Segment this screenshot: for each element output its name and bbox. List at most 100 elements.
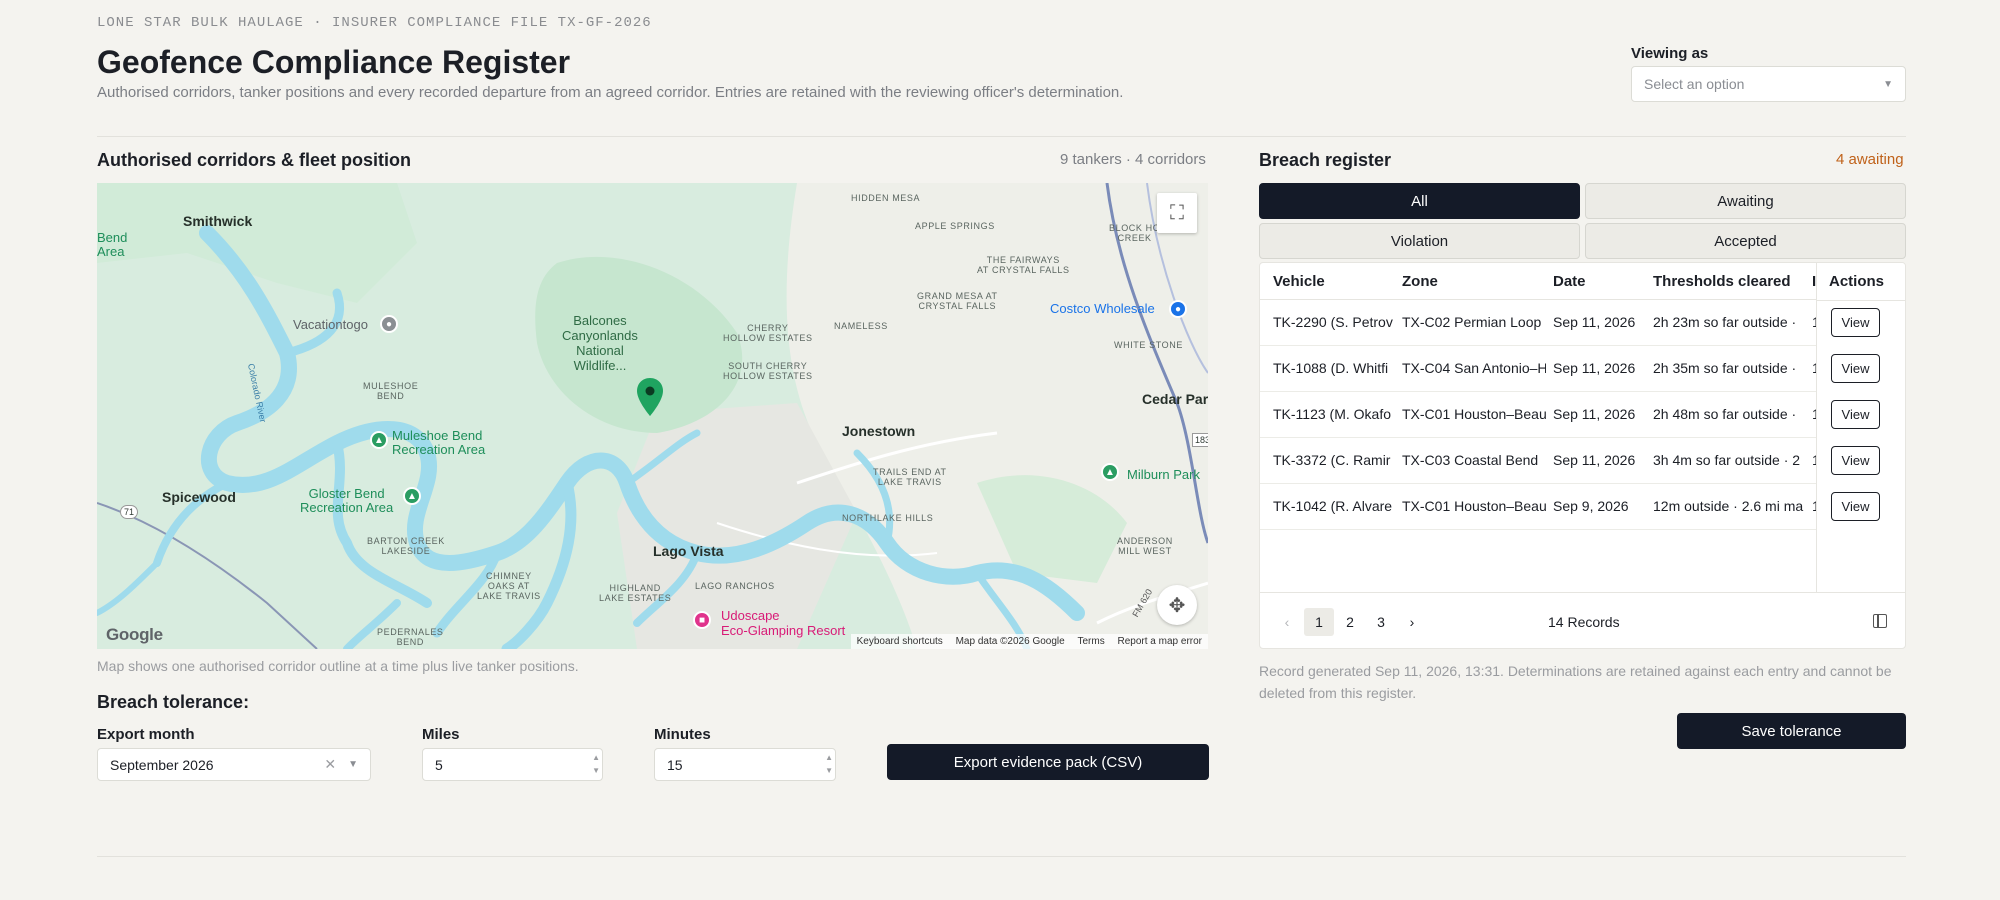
miles-label: Miles [422, 726, 460, 743]
filter-awaiting[interactable]: Awaiting [1585, 183, 1906, 219]
map-label-hidden-mesa: HIDDEN MESA [851, 193, 921, 203]
map-label-cedar-park: Cedar Park [1142, 391, 1208, 407]
table-pagination: ‹ 1 2 3 › 14 Records [1260, 592, 1905, 648]
fleet-map[interactable]: HIDDEN MESA Smithwick Bend Area APPLE SP… [97, 183, 1208, 649]
map-section-title: Authorised corridors & fleet position [97, 150, 412, 170]
map-label-vacationtogo: Vacationtogo [293, 317, 368, 332]
page-2[interactable]: 2 [1335, 608, 1365, 636]
table-row[interactable]: TK-1042 (R. Alvare TX-C01 Houston–Beau S… [1260, 484, 1905, 530]
column-zone[interactable]: Zone [1402, 273, 1438, 290]
minutes-stepper[interactable]: ▲ ▼ [825, 751, 833, 777]
map-label-spicewood: Spicewood [162, 489, 236, 505]
map-label-lago-ranchos: LAGO RANCHOS [695, 581, 775, 591]
viewing-as-select[interactable]: Select an option ▼ [1631, 66, 1906, 102]
page-3[interactable]: 3 [1366, 608, 1396, 636]
filter-accepted[interactable]: Accepted [1585, 223, 1906, 259]
miles-input[interactable]: 5 ▲ ▼ [422, 748, 603, 781]
map-label-block-house: BLOCK HO CREEK [1109, 223, 1161, 243]
map-caption: Map shows one authorised corridor outlin… [97, 658, 579, 674]
map-label-lago-vista: Lago Vista [653, 543, 724, 559]
date-cell: Sep 11, 2026 [1553, 452, 1636, 468]
park-icon: ▲ [403, 487, 421, 505]
view-button[interactable]: View [1831, 492, 1880, 521]
date-cell: Sep 11, 2026 [1553, 406, 1636, 422]
park-icon: ▲ [370, 431, 388, 449]
zone-cell: TX-C01 Houston–Beau [1402, 498, 1546, 514]
map-label-bend-area: Bend Area [97, 230, 128, 259]
minutes-label: Minutes [654, 726, 711, 743]
vehicle-cell: TK-3372 (C. Ramir [1273, 452, 1391, 468]
fleet-summary: 9 tankers · 4 corridors [1060, 151, 1206, 168]
map-label-udoscape: Udoscape Eco-Glamping Resort [721, 608, 846, 638]
map-label-costco: Costco Wholesale [1050, 301, 1155, 316]
terms-link[interactable]: Terms [1078, 636, 1105, 647]
map-label-northlake: NORTHLAKE HILLS [842, 513, 934, 523]
park-icon: ▲ [1101, 463, 1119, 481]
map-label-pedernales: PEDERNALES BEND [377, 627, 444, 647]
export-month-label: Export month [97, 726, 195, 743]
fullscreen-icon[interactable]: ⛶ [1157, 193, 1197, 233]
vehicle-cell: TK-2290 (S. Petrov [1273, 314, 1393, 330]
map-label-muleshoe-bend: MULESHOE BEND [363, 381, 419, 401]
column-panel-icon[interactable] [1873, 614, 1887, 628]
page-1[interactable]: 1 [1304, 608, 1334, 636]
keyboard-shortcuts-link[interactable]: Keyboard shortcuts [857, 636, 943, 647]
table-row[interactable]: TK-3372 (C. Ramir TX-C03 Coastal Bend Se… [1260, 438, 1905, 484]
save-tolerance-button[interactable]: Save tolerance [1677, 713, 1906, 749]
tanker-marker-icon[interactable] [637, 378, 663, 416]
filter-violation[interactable]: Violation [1259, 223, 1580, 259]
column-date[interactable]: Date [1553, 273, 1586, 290]
tolerance-title: Breach tolerance: [97, 692, 250, 712]
map-label-nameless: NAMELESS [834, 321, 888, 331]
map-label-anderson: ANDERSON MILL WEST [1117, 536, 1173, 556]
stepper-up-icon[interactable]: ▲ [592, 751, 600, 764]
map-label-white-stone: WHITE STONE [1114, 340, 1183, 350]
export-evidence-button[interactable]: Export evidence pack (CSV) [887, 744, 1209, 780]
stepper-down-icon[interactable]: ▼ [592, 764, 600, 777]
table-row[interactable]: TK-1088 (D. Whitfi TX-C04 San Antonio–H … [1260, 346, 1905, 392]
column-thresholds[interactable]: Thresholds cleared [1653, 273, 1791, 290]
stepper-up-icon[interactable]: ▲ [825, 751, 833, 764]
register-note: Record generated Sep 11, 2026, 13:31. De… [1259, 663, 1892, 701]
page-title: Geofence Compliance Register [97, 44, 571, 80]
date-cell: Sep 11, 2026 [1553, 360, 1636, 376]
breach-table: Vehicle Zone Date Thresholds cleared I T… [1259, 262, 1906, 649]
table-header: Vehicle Zone Date Thresholds cleared I [1260, 263, 1905, 300]
table-row[interactable]: TK-2290 (S. Petrov TX-C02 Permian Loop S… [1260, 300, 1905, 346]
map-label-jonestown: Jonestown [842, 423, 916, 439]
column-actions: Actions [1829, 273, 1885, 290]
export-month-select[interactable]: September 2026 ✕ ▼ [97, 748, 371, 781]
miles-stepper[interactable]: ▲ ▼ [592, 751, 600, 777]
map-label-highland: HIGHLAND LAKE ESTATES [599, 583, 672, 603]
vehicle-cell: TK-1042 (R. Alvare [1273, 498, 1393, 514]
chevron-down-icon: ▼ [1883, 78, 1893, 90]
google-logo: Google [106, 625, 163, 644]
view-button[interactable]: View [1831, 446, 1880, 475]
filter-all[interactable]: All [1259, 183, 1580, 219]
prev-page-icon[interactable]: ‹ [1272, 608, 1302, 636]
viewing-as-placeholder: Select an option [1644, 76, 1745, 92]
clear-icon[interactable]: ✕ [324, 756, 336, 773]
map-camera-control-icon[interactable]: ✥ [1157, 585, 1197, 625]
minutes-input[interactable]: 15 ▲ ▼ [654, 748, 836, 781]
thresholds-cell: 2h 48m so far outside · [1653, 406, 1797, 422]
map-label-south-cherry: SOUTH CHERRY HOLLOW ESTATES [723, 361, 813, 381]
report-map-error-link[interactable]: Report a map error [1118, 636, 1202, 647]
shopping-icon: ● [1169, 300, 1187, 318]
route-71-shield: 71 [120, 505, 139, 519]
stepper-down-icon[interactable]: ▼ [825, 764, 833, 777]
view-button[interactable]: View [1831, 354, 1880, 383]
awaiting-count: 4 awaiting [1836, 151, 1904, 168]
column-vehicle[interactable]: Vehicle [1273, 273, 1325, 290]
thresholds-cell: 2h 23m so far outside · [1653, 314, 1797, 330]
date-cell: Sep 9, 2026 [1553, 498, 1629, 514]
map-label-barton: BARTON CREEK LAKESIDE [367, 536, 445, 556]
thresholds-cell: 12m outside · 2.6 mi ma [1653, 498, 1804, 514]
map-label-chimney: CHIMNEY OAKS AT LAKE TRAVIS [477, 571, 541, 601]
view-button[interactable]: View [1831, 308, 1880, 337]
register-title: Breach register [1259, 150, 1392, 170]
view-button[interactable]: View [1831, 400, 1880, 429]
next-page-icon[interactable]: › [1397, 608, 1427, 636]
page-subtitle: Authorised corridors, tanker positions a… [97, 84, 1124, 101]
table-row[interactable]: TK-1123 (M. Okafo TX-C01 Houston–Beau Se… [1260, 392, 1905, 438]
